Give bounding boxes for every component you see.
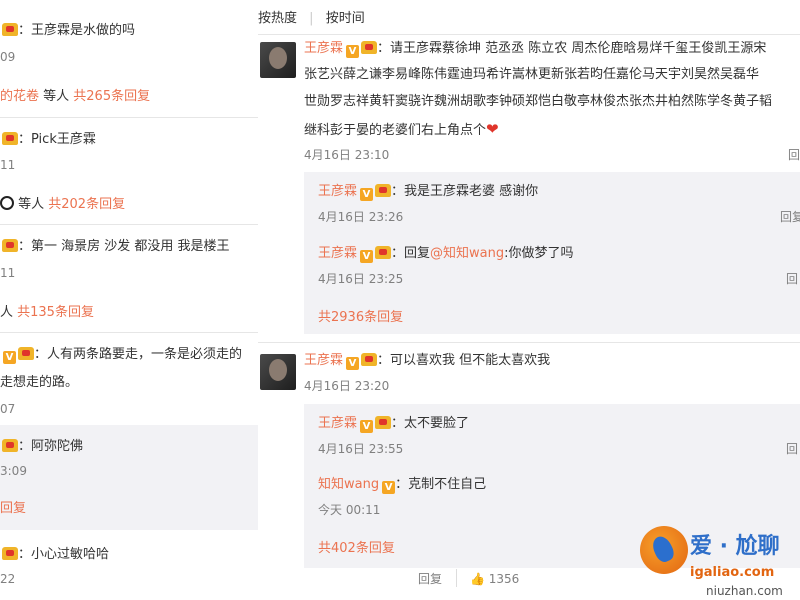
reply-username[interactable]: 知知wang (318, 477, 379, 492)
panda-avatar-icon (0, 196, 14, 210)
more-replies-link[interactable]: 共265条回复 (73, 89, 150, 104)
divider (258, 342, 800, 343)
reply-button[interactable]: 回 (788, 146, 800, 164)
thumbs-up-icon: 👍 (470, 572, 485, 586)
main-comment-line-3: 世勋罗志祥黄轩窦骁许魏洲胡歌李钟硕郑恺白敬亭林俊杰张杰井柏然陈学冬黄子韬 (304, 94, 773, 109)
left-reply-summary-1[interactable]: 的花卷 等人 共265条回复 (0, 88, 150, 106)
left-comment-3: ：第一 海景房 沙发 都没用 我是楼王 (0, 238, 230, 256)
reply-button[interactable]: 回 (786, 440, 798, 458)
member-badge-icon (361, 353, 378, 366)
watermark-site: niuzhan.com (706, 584, 783, 598)
more-replies-link[interactable]: 共135条回复 (17, 305, 94, 320)
verified-v-icon: V (360, 188, 374, 201)
left-comment-5: ：小心过敏哈哈 (0, 546, 109, 564)
member-badge-icon (2, 23, 18, 36)
member-badge-icon (375, 184, 392, 197)
member-badge-icon (2, 132, 18, 145)
watermark-url: igaliao.com (690, 565, 775, 580)
left-comment-1-time: 09 (0, 50, 16, 64)
more-replies-link[interactable]: 共402条回复 (318, 540, 395, 558)
main-comment-line-2: 张艺兴薛之谦李易峰陈伟霆迪玛希许嵩林更新张若昀任嘉伦马天宇刘昊然吴磊华 (304, 67, 760, 82)
avatar[interactable] (260, 42, 296, 78)
verified-v-icon: V (346, 45, 360, 58)
reply-time: 今天 00:11 (318, 503, 381, 517)
verified-v-icon: V (382, 481, 396, 494)
sub-reply-1: 王彦霖 V ：我是王彦霖老婆 感谢你 (318, 184, 539, 201)
comment-time: 4月16日 23:20 (304, 379, 390, 393)
left-comment-4-time: 07 (0, 402, 16, 416)
left-comment-5-time: 22 (0, 572, 16, 586)
second-comment: 王彦霖 V ：可以喜欢我 但不能太喜欢我 (304, 353, 551, 370)
footer-reply-button[interactable]: 回复 (418, 570, 442, 588)
tab-separator: | (309, 11, 314, 26)
left-reply-summary-2[interactable]: 等人 共202条回复 (0, 196, 125, 214)
mention-link[interactable]: @知知wang (430, 246, 504, 261)
verified-v-icon: V (3, 351, 16, 364)
member-badge-icon (2, 439, 18, 452)
left-reply-1-time: 3:09 (0, 464, 27, 478)
left-comment-4-cont: 走想走的路。 (0, 375, 79, 390)
like-count: 1356 (488, 572, 520, 586)
sub-reply-3: 王彦霖 V ：太不要脸了 (318, 416, 470, 433)
divider (0, 224, 258, 225)
divider (0, 117, 258, 118)
verified-v-icon: V (360, 250, 374, 263)
sub-reply-4: 知知wang V ：克制不住自己 (318, 477, 487, 494)
reply-time: 4月16日 23:26 (318, 210, 404, 224)
main-comment-line-1: 王彦霖 V ：请王彦霖蔡徐坤 范丞丞 陈立农 周杰伦鹿晗易烊千玺王俊凯王源宋 (304, 41, 767, 58)
left-comment-1: ：王彦霖是水做的吗 (0, 22, 135, 40)
left-comment-3-time: 11 (0, 266, 16, 280)
divider (258, 34, 800, 35)
member-badge-icon (2, 239, 18, 252)
site-logo-icon (640, 526, 688, 574)
reply-button[interactable]: 回 (786, 270, 798, 288)
reply-username[interactable]: 王彦霖 (318, 184, 357, 199)
member-badge-icon (18, 347, 34, 360)
reply-time: 4月16日 23:25 (318, 272, 404, 286)
heart-icon: ❤ (486, 120, 499, 138)
watermark-brand: 爱 · 尬聊 (690, 534, 780, 559)
verified-v-icon: V (346, 357, 360, 370)
comment-time: 4月16日 23:10 (304, 148, 390, 162)
sort-tabs: 按热度 | 按时间 (258, 10, 365, 28)
more-replies-link[interactable]: 共202条回复 (48, 197, 125, 212)
comment-username[interactable]: 王彦霖 (304, 41, 343, 56)
member-badge-icon (2, 547, 18, 560)
left-reply-link[interactable]: 回复 (0, 500, 26, 518)
member-badge-icon (375, 246, 392, 259)
member-badge-icon (375, 416, 392, 429)
reply-username[interactable]: 王彦霖 (318, 416, 357, 431)
member-badge-icon (361, 41, 378, 54)
more-replies-link[interactable]: 共2936条回复 (318, 309, 403, 327)
left-reply-1: ：阿弥陀佛 (0, 438, 83, 456)
avatar[interactable] (260, 354, 296, 390)
main-comment-line-4: 继科彭于晏的老婆们右上角点个❤ (304, 120, 499, 138)
sort-by-time-tab[interactable]: 按时间 (326, 11, 365, 26)
reply-time: 4月16日 23:55 (318, 442, 404, 456)
verified-v-icon: V (360, 420, 374, 433)
reply-button[interactable]: 回复 (780, 208, 800, 226)
sort-by-hot-tab[interactable]: 按热度 (258, 11, 297, 26)
left-reply-summary-3[interactable]: 人 共135条回复 (0, 304, 94, 322)
left-comment-4: V ：人有两条路要走，一条是必须走的 (0, 346, 242, 364)
left-comment-2: ：Pick王彦霖 (0, 131, 96, 149)
comment-username[interactable]: 王彦霖 (304, 353, 343, 368)
divider (0, 332, 258, 333)
reply-username[interactable]: 王彦霖 (318, 246, 357, 261)
like-button[interactable]: 👍 1356 (470, 570, 519, 588)
sub-reply-2: 王彦霖 V ：回复@知知wang:你做梦了吗 (318, 246, 574, 263)
divider (456, 569, 457, 587)
left-comment-2-time: 11 (0, 158, 16, 172)
